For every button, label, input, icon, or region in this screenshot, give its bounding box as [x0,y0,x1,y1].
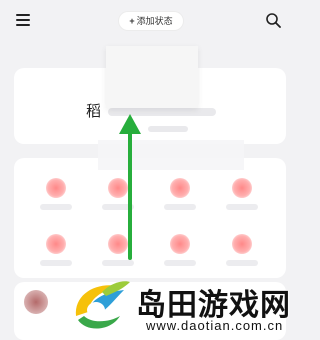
watermark-url: www.daotian.com.cn [146,318,284,333]
grid-item[interactable] [222,172,262,216]
grid-item-label [226,204,258,210]
add-status-label: 添加状态 [136,16,173,26]
status-card-title: 稻 [86,103,102,120]
grid-item-icon [232,178,252,198]
grid-item[interactable] [160,172,200,216]
grid-item[interactable] [36,172,76,216]
grid-item[interactable] [160,228,200,272]
search-icon[interactable] [265,12,281,28]
avatar[interactable] [24,290,48,314]
hamburger-menu-icon[interactable] [16,14,30,26]
grid-item-icon [46,178,66,198]
grid-item-icon [170,234,190,254]
watermark: 岛田游戏网 www.daotian.com.cn [66,272,320,340]
grid-item-label [40,204,72,210]
grid-item-icon [170,178,190,198]
grid-item-icon [232,234,252,254]
grid-item-label [40,260,72,266]
grid-item-label [164,204,196,210]
add-status-button[interactable]: + 添加状态 [119,12,183,30]
grid-item-label [226,260,258,266]
status-card-subtext [148,126,188,132]
grid-item[interactable] [36,228,76,272]
popup-overlay [106,46,198,108]
plus-icon: + [129,16,135,26]
up-arrow-icon [119,114,141,260]
grid-item-icon [46,234,66,254]
grid-item-label [164,260,196,266]
grid-item-label [102,260,134,266]
top-bar: + 添加状态 [0,0,320,44]
grid-item[interactable] [222,228,262,272]
watermark-logo-icon [72,281,130,330]
